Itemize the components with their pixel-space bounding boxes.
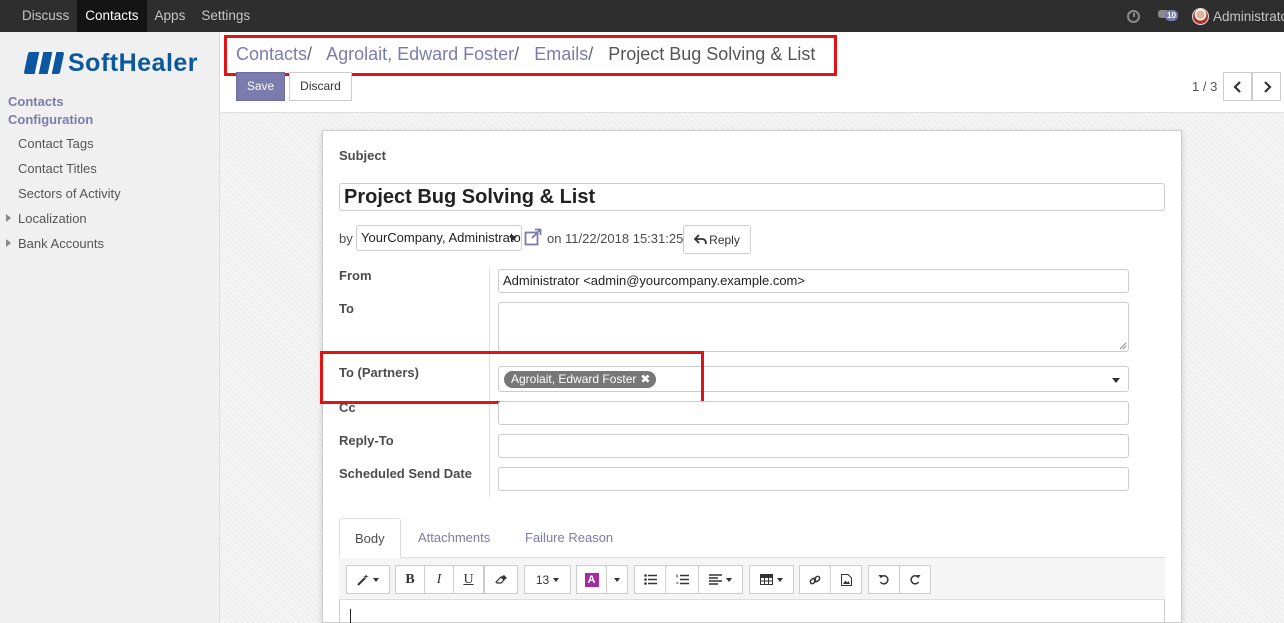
from-label: From <box>339 268 372 283</box>
messaging-icon[interactable]: 10 <box>1158 9 1178 23</box>
eraser-icon <box>494 574 507 584</box>
cc-label: Cc <box>339 400 356 415</box>
magic-wand-icon <box>357 573 369 586</box>
to-label: To <box>339 301 354 316</box>
subject-label: Subject <box>339 148 386 163</box>
chevron-down-icon[interactable] <box>1112 378 1120 383</box>
sidebar-section-configuration[interactable]: Configuration <box>8 112 93 127</box>
pager-previous-button[interactable] <box>1223 72 1252 101</box>
logo-mark-icon <box>23 52 65 74</box>
link-icon <box>809 575 821 584</box>
sidebar-section-contacts[interactable]: Contacts <box>8 94 64 109</box>
bold-button[interactable]: B <box>395 565 425 594</box>
reply-label: Reply <box>709 232 740 247</box>
logo-text: SoftHealer <box>68 48 199 77</box>
pager-value[interactable]: 1 / 3 <box>1192 79 1217 94</box>
message-date: 11/22/2018 15:31:25 <box>565 231 684 246</box>
by-label: by <box>339 231 353 246</box>
redo-button[interactable] <box>899 565 931 594</box>
reply-to-input[interactable] <box>498 434 1129 458</box>
menu-discuss[interactable]: Discuss <box>14 0 77 32</box>
italic-button[interactable]: I <box>424 565 454 594</box>
from-input[interactable]: Administrator <admin@yourcompany.example… <box>498 269 1129 293</box>
text-cursor <box>350 609 351 623</box>
tab-attachments[interactable]: Attachments <box>403 518 505 558</box>
external-link-icon[interactable] <box>524 228 542 246</box>
font-size-value: 13 <box>535 572 550 587</box>
resize-handle-icon[interactable] <box>1119 342 1127 350</box>
numbered-list-icon <box>675 574 689 585</box>
table-button[interactable] <box>749 565 794 594</box>
sidebar-item-contact-tags[interactable]: Contact Tags <box>18 136 94 151</box>
author-value: YourCompany, Administrator <box>361 230 522 245</box>
sidebar-item-localization[interactable]: Localization <box>6 211 87 226</box>
undo-button[interactable] <box>868 565 900 594</box>
save-button[interactable]: Save <box>236 72 285 101</box>
style-button[interactable] <box>346 565 390 594</box>
numbered-list-button[interactable] <box>665 565 699 594</box>
bullet-list-button[interactable] <box>634 565 666 594</box>
font-size-select[interactable]: 13 <box>524 565 571 594</box>
image-icon <box>840 573 852 586</box>
app-menu: Discuss Contacts Apps Settings <box>14 0 258 32</box>
subject-input[interactable]: Project Bug Solving & List <box>339 183 1165 211</box>
menu-contacts[interactable]: Contacts <box>77 0 147 32</box>
chevron-left-icon <box>1232 80 1241 93</box>
chevron-down-icon <box>726 577 732 582</box>
sidebar-item-sectors[interactable]: Sectors of Activity <box>18 186 121 201</box>
align-left-icon <box>709 574 722 585</box>
chevron-down-icon <box>373 577 379 582</box>
scheduled-date-input[interactable] <box>498 467 1129 491</box>
insert-image-button[interactable] <box>830 565 862 594</box>
redo-icon <box>910 574 921 585</box>
sidebar-item-label: Bank Accounts <box>18 236 104 251</box>
sidebar: SoftHealer Contacts Configuration Contac… <box>0 32 220 623</box>
expand-caret-icon <box>6 214 11 222</box>
reply-to-label: Reply-To <box>339 433 394 448</box>
discard-button[interactable]: Discard <box>289 72 352 101</box>
author-select[interactable]: YourCompany, Administrator <box>356 225 522 251</box>
cc-input[interactable] <box>498 401 1129 425</box>
on-label: on <box>547 231 562 246</box>
to-textarea[interactable] <box>498 302 1129 352</box>
pager-next-button[interactable] <box>1252 72 1281 101</box>
tab-failure-reason[interactable]: Failure Reason <box>510 518 628 558</box>
clear-format-button[interactable] <box>484 565 518 594</box>
tab-body[interactable]: Body <box>339 518 401 558</box>
chevron-down-icon <box>553 577 560 582</box>
bullet-list-icon <box>643 574 657 585</box>
systray: 10 Administrator <box>1127 0 1284 32</box>
sidebar-item-bank-accounts[interactable]: Bank Accounts <box>6 236 104 251</box>
softhealer-logo: SoftHealer <box>23 48 199 78</box>
reply-button[interactable]: Reply <box>683 225 751 254</box>
font-color-icon: A <box>584 572 599 587</box>
table-icon <box>760 574 773 585</box>
chevron-down-icon <box>509 236 517 241</box>
chevron-right-icon <box>1263 80 1272 93</box>
chevron-down-icon <box>777 577 783 582</box>
breadcrumb-highlight-box <box>224 35 837 76</box>
color-dropdown-button[interactable] <box>606 565 628 594</box>
user-name[interactable]: Administrator <box>1213 9 1284 24</box>
reply-arrow-icon <box>694 234 708 245</box>
activity-clock-icon[interactable] <box>1127 9 1140 23</box>
scheduled-date-label: Scheduled Send Date <box>339 466 472 481</box>
text-color-button[interactable]: A <box>576 565 607 594</box>
undo-icon <box>878 574 889 585</box>
sidebar-item-label: Localization <box>18 211 87 226</box>
message-count-badge: 10 <box>1165 10 1178 21</box>
top-navbar: Discuss Contacts Apps Settings 10 Admini… <box>0 0 1284 32</box>
paragraph-align-button[interactable] <box>698 565 743 594</box>
user-avatar[interactable] <box>1192 7 1209 25</box>
menu-apps[interactable]: Apps <box>147 0 194 32</box>
sidebar-item-contact-titles[interactable]: Contact Titles <box>18 161 97 176</box>
chevron-down-icon <box>614 577 620 582</box>
menu-settings[interactable]: Settings <box>193 0 258 32</box>
partners-highlight-box <box>320 351 704 404</box>
expand-caret-icon <box>6 239 11 247</box>
insert-link-button[interactable] <box>799 565 831 594</box>
underline-button[interactable]: U <box>453 565 484 594</box>
